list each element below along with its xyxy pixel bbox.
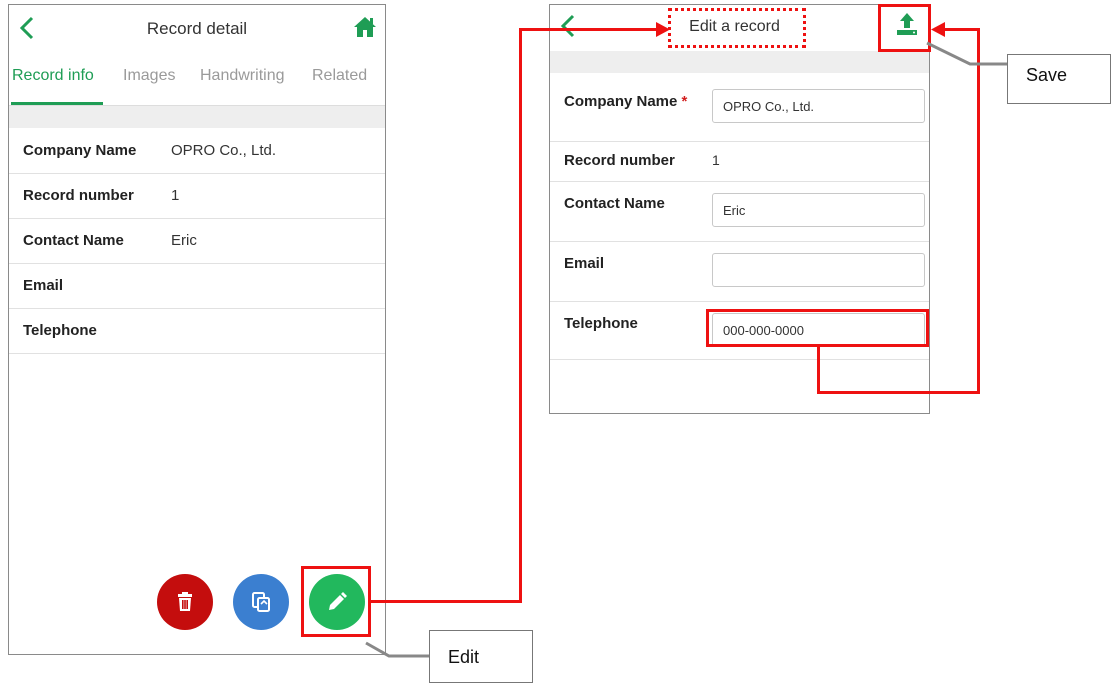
tab-record-info[interactable]: Record info	[12, 67, 94, 85]
title-highlight	[668, 8, 806, 48]
field-label: Telephone	[23, 322, 97, 339]
connector-line	[944, 28, 980, 31]
field-label: Record number	[23, 187, 134, 204]
field-value: 1	[712, 152, 720, 168]
field-label: Telephone	[564, 315, 638, 332]
detail-header: Record detail	[9, 5, 385, 53]
edit-button-highlight	[301, 566, 371, 637]
connector-line	[817, 391, 980, 394]
field-row-email: Email	[9, 263, 385, 309]
field-row-contact-name: Contact Name Eric	[9, 218, 385, 264]
required-marker: *	[681, 93, 688, 110]
email-input[interactable]	[713, 254, 924, 286]
connector-line	[977, 28, 980, 394]
field-row-email: Email	[550, 241, 929, 302]
arrow-head-icon	[656, 22, 670, 37]
company-name-field[interactable]	[712, 89, 925, 123]
field-row-record-number: Record number 1	[9, 173, 385, 219]
field-row-company-name: Company Name *	[550, 73, 929, 142]
connector-line	[519, 28, 522, 603]
copy-button[interactable]	[233, 574, 289, 630]
page-title: Record detail	[146, 19, 248, 38]
field-label: Email	[564, 255, 605, 272]
section-divider	[550, 51, 929, 73]
field-value: 1	[171, 187, 180, 204]
home-icon[interactable]	[351, 13, 379, 41]
save-callout-leader	[926, 41, 1007, 66]
edit-callout-leader	[365, 641, 430, 658]
edit-callout: Edit	[429, 630, 533, 683]
section-divider	[9, 106, 385, 128]
save-callout: Save	[1007, 54, 1111, 104]
connector-line	[519, 28, 659, 31]
field-label: Company Name	[23, 142, 137, 159]
field-label: Contact Name	[23, 232, 124, 249]
arrow-head-icon	[931, 22, 945, 37]
field-value: OPRO Co., Ltd.	[171, 142, 277, 159]
field-label: Record number	[564, 152, 675, 169]
field-row-contact-name: Contact Name	[550, 181, 929, 242]
field-value: Eric	[171, 232, 197, 249]
email-field[interactable]	[712, 253, 925, 287]
telephone-field-highlight	[706, 309, 929, 347]
tab-images[interactable]: Images	[123, 67, 175, 85]
save-icon-highlight	[878, 4, 931, 52]
tab-related[interactable]: Related	[312, 67, 367, 85]
active-tab-indicator	[11, 102, 103, 105]
contact-name-input[interactable]	[713, 194, 924, 226]
record-detail-screen: Record detail Record info Images Handwri…	[8, 4, 386, 655]
field-label: Email	[23, 277, 64, 294]
copy-icon	[252, 592, 270, 612]
delete-icon	[178, 592, 192, 611]
field-label: Company Name *	[564, 93, 688, 110]
tab-handwriting[interactable]: Handwriting	[200, 67, 284, 85]
field-row-company-name: Company Name OPRO Co., Ltd.	[9, 128, 385, 174]
contact-name-field[interactable]	[712, 193, 925, 227]
company-name-input[interactable]	[713, 90, 924, 122]
connector-line	[817, 347, 820, 394]
connector-line	[371, 600, 522, 603]
field-row-record-number: Record number 1	[550, 141, 929, 182]
detail-tabs: Record info Images Handwriting Related	[9, 53, 385, 106]
field-label: Contact Name	[564, 195, 665, 212]
delete-button[interactable]	[157, 574, 213, 630]
edit-record-screen: Edit a record Company Name * Record numb…	[549, 4, 930, 414]
field-row-telephone: Telephone	[9, 308, 385, 354]
